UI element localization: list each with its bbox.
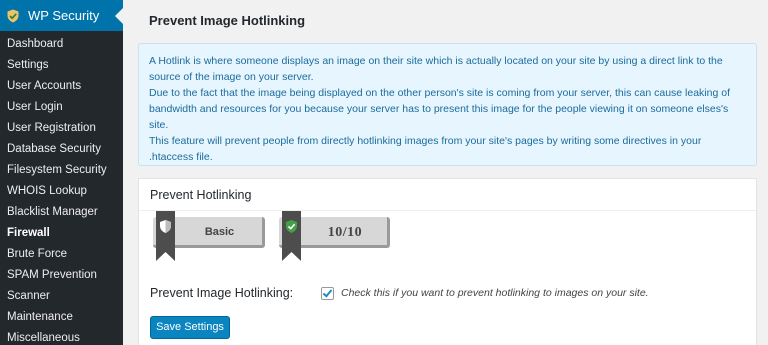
shield-icon [158,219,173,234]
notice-line: Due to the fact that the image being dis… [149,87,730,131]
info-notice: A Hotlink is where someone displays an i… [138,43,757,166]
sidebar-item-filesystem-security[interactable]: Filesystem Security [0,160,123,181]
notice-line: This feature will prevent people from di… [149,135,702,163]
prevent-hotlinking-panel: Prevent Hotlinking Basic 10/10 Prevent I… [138,178,757,345]
main-content: Prevent Image Hotlinking A Hotlink is wh… [123,0,768,345]
sidebar-item-brute-force[interactable]: Brute Force [0,244,123,265]
shield-logo-icon [6,9,20,23]
sidebar-item-scanner[interactable]: Scanner [0,286,123,307]
page-title: Prevent Image Hotlinking [149,13,306,28]
badge-ribbon [156,211,175,261]
sidebar-item-settings[interactable]: Settings [0,55,123,76]
badge-points-text: 10/10 [327,225,363,240]
sidebar-item-miscellaneous[interactable]: Miscellaneous [0,328,123,345]
badge-ribbon [282,211,301,261]
checkmark-icon [322,287,333,298]
sidebar-title: WP Security [28,8,100,23]
prevent-hotlinking-checkbox[interactable] [321,287,334,300]
badge-level-text: Basic [204,226,235,238]
sidebar-item-maintenance[interactable]: Maintenance [0,307,123,328]
sidebar-item-user-login[interactable]: User Login [0,97,123,118]
sidebar-item-database-security[interactable]: Database Security [0,139,123,160]
option-description: Check this if you want to prevent hotlin… [341,287,649,299]
admin-sidebar: WP Security Dashboard Settings User Acco… [0,0,123,345]
notice-line: A Hotlink is where someone displays an i… [149,55,723,83]
sidebar-item-whois-lookup[interactable]: WHOIS Lookup [0,181,123,202]
active-menu-arrow [115,8,123,24]
sidebar-item-user-accounts[interactable]: User Accounts [0,76,123,97]
security-points-badge: 10/10 [279,211,390,261]
shield-check-icon [284,219,299,234]
panel-title: Prevent Hotlinking [139,179,756,211]
sidebar-menu: Dashboard Settings User Accounts User Lo… [0,31,123,345]
sidebar-item-spam-prevention[interactable]: SPAM Prevention [0,265,123,286]
sidebar-item-blacklist-manager[interactable]: Blacklist Manager [0,202,123,223]
sidebar-header-wp-security[interactable]: WP Security [0,0,123,31]
save-settings-button[interactable]: Save Settings [150,316,230,339]
option-label: Prevent Image Hotlinking: [150,286,294,300]
security-level-badge: Basic [153,211,265,261]
sidebar-item-dashboard[interactable]: Dashboard [0,34,123,55]
sidebar-item-user-registration[interactable]: User Registration [0,118,123,139]
hotlinking-option-row: Prevent Image Hotlinking: Check this if … [150,286,746,302]
sidebar-item-firewall[interactable]: Firewall [0,223,123,244]
